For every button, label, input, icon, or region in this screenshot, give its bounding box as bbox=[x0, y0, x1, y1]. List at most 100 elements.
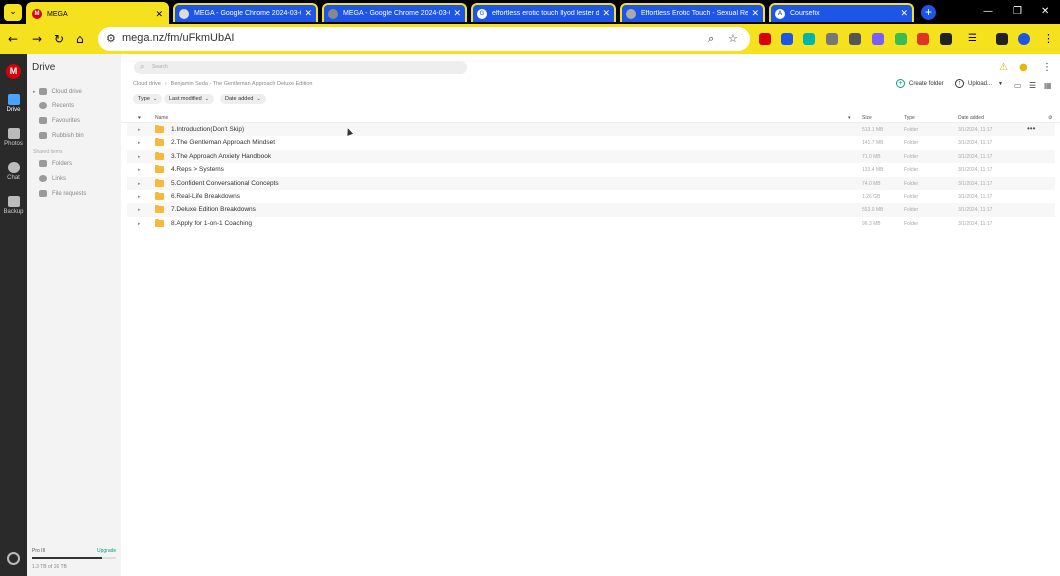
row-name[interactable]: 1.Introduction(Don't Skip) bbox=[171, 126, 244, 133]
close-icon[interactable]: ✕ bbox=[751, 8, 759, 19]
close-icon[interactable]: ✕ bbox=[155, 9, 163, 20]
site-info-icon[interactable]: ⚙ bbox=[106, 32, 116, 45]
close-icon[interactable]: ✕ bbox=[602, 8, 610, 19]
breadcrumb-cloud-drive[interactable]: Cloud drive bbox=[133, 81, 161, 87]
table-row[interactable]: ▸ 7.Deluxe Edition Breakdowns 553.0 MB Fold… bbox=[127, 203, 1055, 217]
thumbnail-view-icon[interactable]: ▭ bbox=[1014, 81, 1022, 90]
expand-arrow-icon[interactable]: ▸ bbox=[138, 127, 141, 133]
extensions-puzzle-icon[interactable] bbox=[940, 33, 952, 45]
row-name[interactable]: 5.Confident Conversational Concepts bbox=[171, 180, 279, 187]
address-bar[interactable]: ⚙ mega.nz/fm/uFkmUbAI ⌕ ☆ bbox=[98, 27, 750, 51]
extension-icon[interactable] bbox=[917, 33, 929, 45]
rail-chat[interactable]: Chat bbox=[0, 162, 27, 181]
extension-icon[interactable] bbox=[895, 33, 907, 45]
more-options-icon[interactable]: ••• bbox=[1027, 124, 1035, 133]
expand-arrow-icon[interactable]: ▸ bbox=[138, 221, 141, 227]
forward-icon[interactable]: → bbox=[32, 32, 42, 46]
table-row[interactable]: ▸ 5.Confident Conversational Concepts 74.0… bbox=[127, 176, 1055, 190]
new-tab-button[interactable]: + bbox=[921, 5, 936, 20]
table-row[interactable]: ▸ 8.Apply for 1-on-1 Coaching 96.3 MB Folde… bbox=[127, 217, 1055, 230]
filter-type[interactable]: Type ⌄ bbox=[133, 94, 163, 104]
filter-date-added[interactable]: Date added ⌄ bbox=[220, 94, 266, 104]
sidebar-item-recents[interactable]: Recents bbox=[39, 102, 74, 109]
search-input[interactable]: ⌕ Search bbox=[134, 61, 467, 74]
rail-drive[interactable]: Drive bbox=[0, 94, 27, 113]
column-name[interactable]: Name bbox=[155, 115, 168, 121]
favourite-column-icon[interactable]: ♥ bbox=[138, 115, 141, 121]
sidebar-item-links[interactable]: Links bbox=[39, 175, 66, 182]
sidebar-item-folders[interactable]: Folders bbox=[39, 160, 72, 167]
minimize-icon[interactable]: — bbox=[983, 6, 993, 17]
chevron-right-icon[interactable]: ▸ bbox=[33, 89, 36, 95]
row-name[interactable]: 7.Deluxe Edition Breakdowns bbox=[171, 206, 256, 213]
tab-recording-1[interactable]: MEGA - Google Chrome 2024-03-01 ✕ bbox=[173, 3, 318, 22]
table-row[interactable]: ▸ 6.Real-Life Breakdowns 1.26 GB Folder 3/1/… bbox=[127, 190, 1055, 203]
bookmark-star-icon[interactable]: ☆ bbox=[728, 32, 738, 45]
upload-button[interactable]: ↑ Upload... ▼ bbox=[955, 79, 1003, 88]
extension-icon[interactable] bbox=[759, 33, 771, 45]
home-icon[interactable]: ⌂ bbox=[76, 32, 84, 46]
expand-arrow-icon[interactable]: ▸ bbox=[138, 167, 141, 173]
notifications-icon[interactable]: ● bbox=[1019, 62, 1028, 73]
table-row[interactable]: ▸ 2.The Gentleman Approach Mindset 141.7 M… bbox=[127, 136, 1055, 149]
zoom-icon[interactable]: ⌕ bbox=[708, 32, 714, 46]
side-panel-icon[interactable] bbox=[996, 33, 1008, 45]
warning-icon[interactable]: ⚠ bbox=[999, 62, 1008, 73]
table-row[interactable]: ▸ 1.Introduction(Don't Skip) 513.1 MB Folde… bbox=[127, 123, 1055, 137]
rail-photos[interactable]: Photos bbox=[0, 128, 27, 147]
row-name[interactable]: 8.Apply for 1-on-1 Coaching bbox=[171, 220, 252, 227]
sidebar-item-rubbish-bin[interactable]: Rubbish bin bbox=[39, 132, 84, 139]
expand-arrow-icon[interactable]: ▸ bbox=[138, 140, 141, 146]
mega-logo[interactable]: M bbox=[6, 64, 21, 79]
row-name[interactable]: 4.Reps > Systems bbox=[171, 166, 224, 173]
row-name[interactable]: 3.The Approach Anxiety Handbook bbox=[171, 153, 271, 160]
expand-arrow-icon[interactable]: ▸ bbox=[138, 154, 141, 160]
table-row[interactable]: ▸ 4.Reps > Systems 133.4 MB Folder 3/1/2024,… bbox=[127, 163, 1055, 176]
rail-backup[interactable]: Backup bbox=[0, 196, 27, 215]
expand-arrow-icon[interactable]: ▸ bbox=[138, 194, 141, 200]
column-size[interactable]: Size bbox=[862, 115, 872, 121]
profile-avatar[interactable] bbox=[1018, 33, 1030, 45]
sort-arrow-icon[interactable]: ▾ bbox=[848, 115, 851, 121]
table-row[interactable]: ▸ 3.The Approach Anxiety Handbook 71.0 MB F… bbox=[127, 149, 1055, 164]
restore-icon[interactable]: ❐ bbox=[1013, 6, 1022, 17]
column-date-added[interactable]: Date added bbox=[958, 115, 984, 121]
extension-icon[interactable] bbox=[826, 33, 838, 45]
grid-view-icon[interactable]: ▦ bbox=[1044, 81, 1052, 90]
url-text[interactable]: mega.nz/fm/uFkmUbAI bbox=[122, 32, 234, 44]
close-icon[interactable]: ✕ bbox=[900, 8, 908, 19]
column-settings-icon[interactable]: ⚙ bbox=[1048, 115, 1052, 121]
expand-arrow-icon[interactable]: ▸ bbox=[138, 207, 141, 213]
tab-recording-2[interactable]: MEGA - Google Chrome 2024-03-01 ✕ bbox=[322, 3, 467, 22]
tab-coursefix[interactable]: A Coursefix ✕ bbox=[769, 3, 914, 22]
close-window-icon[interactable]: ✕ bbox=[1041, 6, 1049, 17]
close-icon[interactable]: ✕ bbox=[304, 8, 312, 19]
tab-google-search[interactable]: G effortless erotic touch llyod lester d… bbox=[471, 3, 616, 22]
column-type[interactable]: Type bbox=[904, 115, 915, 121]
expand-arrow-icon[interactable]: ▸ bbox=[138, 181, 141, 187]
tab-effortless[interactable]: Effortless Erotic Touch - Sexual Reload … bbox=[620, 3, 765, 22]
extension-icon[interactable] bbox=[849, 33, 861, 45]
reload-icon[interactable]: ↻ bbox=[54, 32, 64, 46]
account-menu-icon[interactable]: ⋮ bbox=[1042, 62, 1052, 73]
row-name[interactable]: 6.Real-Life Breakdowns bbox=[171, 193, 240, 200]
upgrade-link[interactable]: Upgrade bbox=[97, 548, 116, 554]
extension-icon[interactable] bbox=[803, 33, 815, 45]
menu-list-icon[interactable]: ☰ bbox=[968, 33, 977, 44]
settings-icon[interactable] bbox=[7, 552, 20, 565]
row-name[interactable]: 2.The Gentleman Approach Mindset bbox=[171, 139, 275, 146]
kebab-menu-icon[interactable]: ⋮ bbox=[1043, 32, 1054, 45]
breadcrumb-current-folder[interactable]: Benjamin Seda - The Gentleman Approach D… bbox=[171, 81, 313, 87]
extension-icon[interactable] bbox=[781, 33, 793, 45]
tab-search-button[interactable]: ⌄ bbox=[4, 4, 22, 21]
close-icon[interactable]: ✕ bbox=[453, 8, 461, 19]
sidebar-item-cloud-drive[interactable]: ▸ Cloud drive bbox=[33, 88, 82, 95]
list-view-icon[interactable]: ☰ bbox=[1029, 81, 1036, 90]
back-icon[interactable]: ← bbox=[8, 32, 18, 46]
create-folder-button[interactable]: + Create folder bbox=[896, 79, 944, 88]
tab-mega[interactable]: M MEGA ✕ bbox=[26, 2, 169, 24]
sidebar-item-favourites[interactable]: Favourites bbox=[39, 117, 80, 124]
extension-icon[interactable] bbox=[872, 33, 884, 45]
filter-last-modified[interactable]: Last modified ⌄ bbox=[164, 94, 214, 104]
sidebar-item-file-requests[interactable]: File requests bbox=[39, 190, 86, 197]
